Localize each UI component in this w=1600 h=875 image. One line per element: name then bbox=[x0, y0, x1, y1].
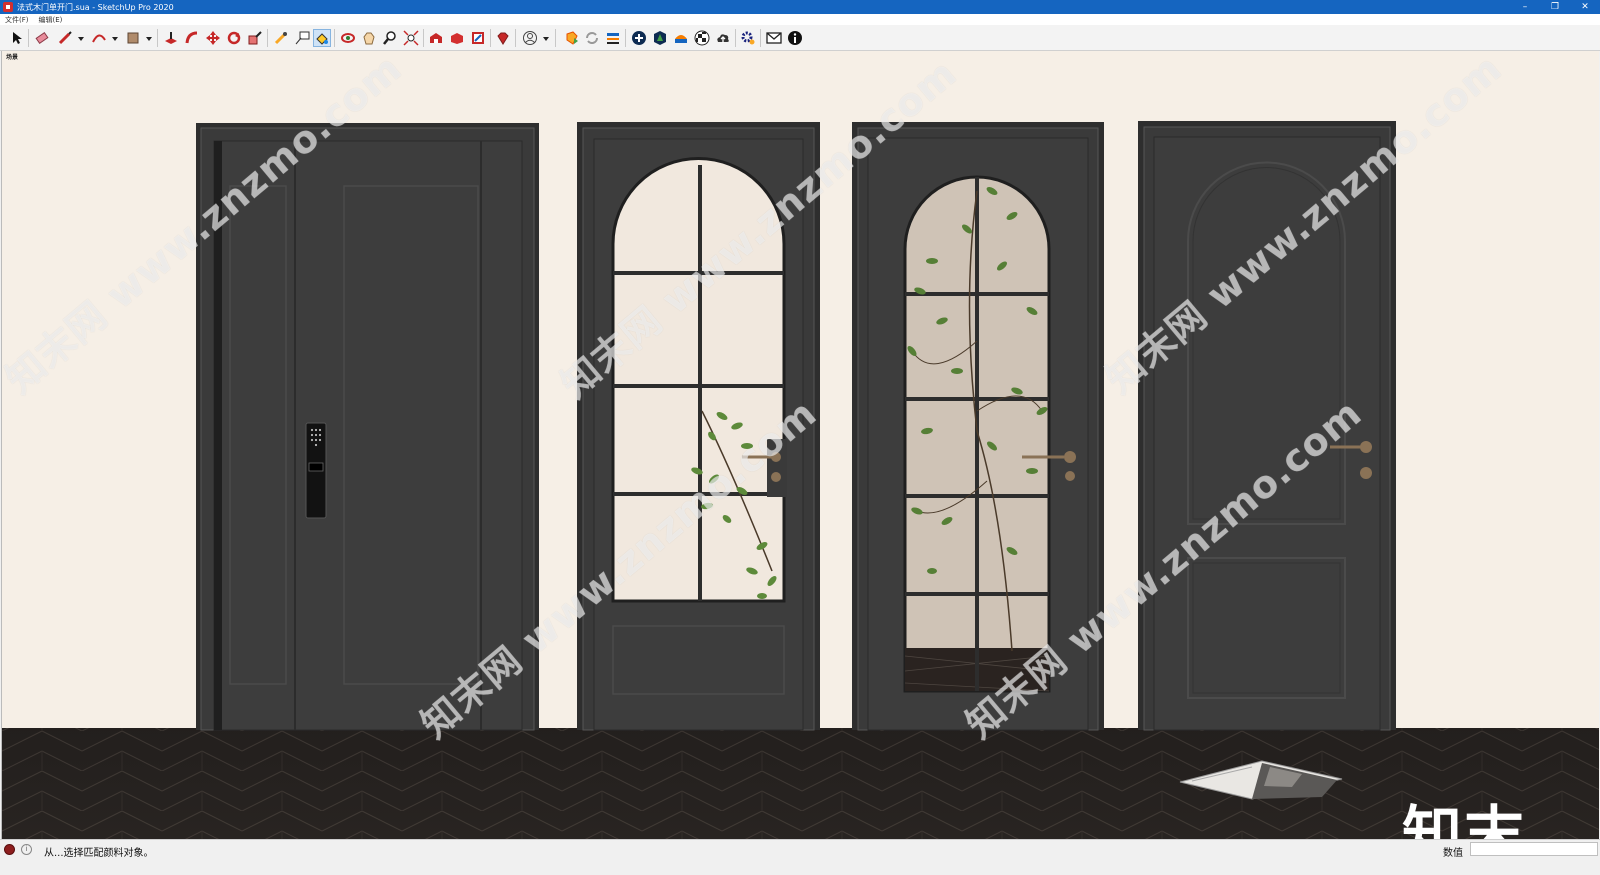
door-1-solid bbox=[196, 123, 539, 731]
refresh-icon[interactable] bbox=[583, 29, 601, 47]
arc-dropdown-icon[interactable] bbox=[112, 37, 118, 41]
menu-file[interactable]: 文件(F) bbox=[0, 15, 34, 25]
mail-icon[interactable] bbox=[765, 29, 783, 47]
door-2-arched-glass bbox=[577, 122, 820, 731]
warehouse-icon[interactable] bbox=[427, 29, 445, 47]
tree-icon[interactable] bbox=[651, 29, 669, 47]
follow-me-icon[interactable] bbox=[183, 29, 201, 47]
brand-logo: 知末 bbox=[1402, 800, 1526, 839]
title-bar: 法式木门单开门.sua - SketchUp Pro 2020 – ❐ ✕ bbox=[0, 0, 1600, 14]
move-icon[interactable] bbox=[204, 29, 222, 47]
arc-icon[interactable] bbox=[90, 29, 108, 47]
zoom-extents-icon[interactable] bbox=[402, 29, 420, 47]
plugin-b-icon[interactable] bbox=[604, 29, 622, 47]
menu-bar: 文件(F) 编辑(E) bbox=[0, 14, 1600, 25]
scale-icon[interactable] bbox=[246, 29, 264, 47]
tape-measure-icon[interactable] bbox=[272, 29, 290, 47]
shape-icon[interactable] bbox=[124, 29, 142, 47]
zoom-icon[interactable] bbox=[381, 29, 399, 47]
status-message: 从...选择匹配颜料对象。 bbox=[44, 848, 154, 859]
sun-icon[interactable] bbox=[672, 29, 690, 47]
door-4-solid-arched-panel bbox=[1138, 121, 1396, 731]
sketchup-logo-icon bbox=[3, 2, 13, 12]
close-button[interactable]: ✕ bbox=[1570, 0, 1600, 14]
text-icon[interactable] bbox=[293, 29, 311, 47]
maximize-button[interactable]: ❐ bbox=[1540, 0, 1570, 14]
plugin-a-icon[interactable] bbox=[563, 29, 581, 47]
menu-edit[interactable]: 编辑(E) bbox=[34, 15, 68, 25]
info-icon[interactable] bbox=[786, 29, 804, 47]
checker-icon[interactable] bbox=[693, 29, 711, 47]
door-scene bbox=[2, 51, 1599, 839]
layout-icon[interactable] bbox=[469, 29, 487, 47]
cloud-icon[interactable] bbox=[714, 29, 732, 47]
select-icon[interactable] bbox=[8, 29, 26, 47]
eraser-icon[interactable] bbox=[33, 29, 51, 47]
measurements-input[interactable] bbox=[1470, 842, 1598, 856]
line-icon[interactable] bbox=[56, 29, 74, 47]
minimize-button[interactable]: – bbox=[1510, 0, 1540, 14]
account-dropdown-icon[interactable] bbox=[543, 37, 549, 41]
geo-location-icon[interactable] bbox=[4, 844, 15, 855]
settings-icon[interactable] bbox=[739, 29, 757, 47]
model-viewport[interactable]: 场景 知末网 www.znzmo.com 知末网 www.znzmo.com 知… bbox=[1, 51, 1599, 839]
pan-icon[interactable] bbox=[360, 29, 378, 47]
add-icon[interactable] bbox=[630, 29, 648, 47]
ruby-icon[interactable] bbox=[494, 29, 512, 47]
shape-dropdown-icon[interactable] bbox=[146, 37, 152, 41]
extension-warehouse-icon[interactable] bbox=[448, 29, 466, 47]
window-title: 法式木门单开门.sua - SketchUp Pro 2020 bbox=[17, 2, 174, 12]
door-3-arched-glass-plant bbox=[852, 122, 1104, 731]
rotate-icon[interactable] bbox=[225, 29, 243, 47]
scene-tab[interactable]: 场景 bbox=[6, 52, 18, 61]
toolbar bbox=[0, 25, 1600, 51]
account-icon[interactable] bbox=[521, 29, 539, 47]
status-bar: i 从...选择匹配颜料对象。 数值 bbox=[0, 839, 1600, 875]
push-pull-icon[interactable] bbox=[162, 29, 180, 47]
line-dropdown-icon[interactable] bbox=[78, 37, 84, 41]
info-circle-icon[interactable]: i bbox=[21, 844, 32, 855]
paint-bucket-icon[interactable] bbox=[313, 29, 331, 47]
measurements-label: 数值 bbox=[1443, 848, 1463, 859]
orbit-icon[interactable] bbox=[339, 29, 357, 47]
